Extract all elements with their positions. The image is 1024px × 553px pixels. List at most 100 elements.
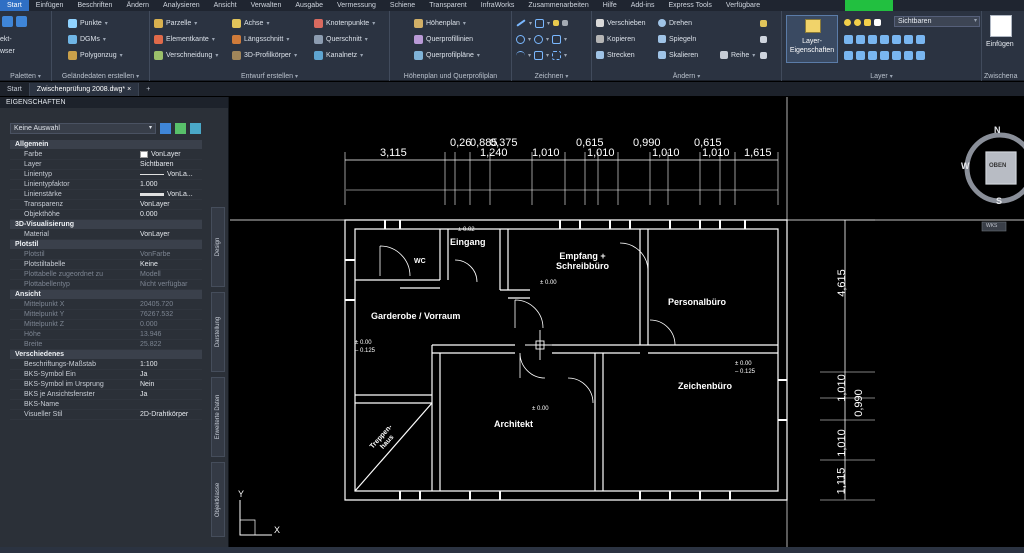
property-value[interactable]: Ja [138, 370, 202, 379]
panel-title-aendern[interactable]: Ändern ▾ [592, 73, 781, 80]
viewcube-top-face[interactable]: OBEN [989, 163, 1006, 169]
panel-title-layer[interactable]: Layer ▾ [782, 73, 981, 80]
panel-title-gelaende[interactable]: Geländedaten erstellen ▾ [52, 73, 149, 80]
property-row[interactable]: Plotstil VonFarbe [10, 250, 202, 260]
section-header[interactable]: Verschiedenes [10, 350, 202, 360]
property-value[interactable]: Nein [138, 380, 202, 389]
kanalnetz-button[interactable]: Kanalnetz ▾ [314, 49, 363, 61]
toggle-pickadd-icon[interactable] [160, 123, 171, 134]
querprofilplaene-button[interactable]: Querprofilpläne ▾ [414, 49, 480, 61]
property-value[interactable]: VonFarbe [138, 250, 202, 259]
property-value[interactable]: 25.822 [138, 340, 202, 349]
side-tab-darstellung[interactable]: Darstellung [211, 292, 225, 372]
modify-tools-right-2[interactable] [760, 33, 767, 45]
property-row[interactable]: Farbe VonLayer [10, 150, 202, 160]
palette-tool-icons[interactable] [2, 15, 27, 27]
menu-tab-8[interactable]: Vermessung [330, 0, 383, 11]
modify-tools-right[interactable] [760, 17, 767, 29]
panel-title-zeichnen[interactable]: Zeichnen ▾ [512, 73, 591, 80]
spiegeln-button[interactable]: Spiegeln [658, 33, 696, 45]
knotenpunkte-button[interactable]: Knotenpunkte ▾ [314, 17, 375, 29]
layer-tools-row-1[interactable] [844, 33, 925, 45]
menu-tab-14[interactable]: Add-ins [624, 0, 662, 11]
menu-tab-2[interactable]: Beschriften [70, 0, 119, 11]
laengsschnitt-button[interactable]: Längsschnitt ▾ [232, 33, 289, 45]
property-value[interactable]: VonLa... [138, 170, 202, 179]
parzelle-button[interactable]: Parzelle ▾ [154, 17, 197, 29]
close-icon[interactable]: × [127, 86, 131, 93]
select-objects-icon[interactable] [175, 123, 186, 134]
elementkante-button[interactable]: Elementkante ▾ [154, 33, 215, 45]
punkte-button[interactable]: Punkte ▾ [68, 17, 108, 29]
property-row[interactable]: Höhe 13.946 [10, 330, 202, 340]
quick-select-icon[interactable] [190, 123, 201, 134]
viewcube-wcs-menu[interactable]: WKS [986, 223, 997, 229]
property-row[interactable]: Breite 25.822 [10, 340, 202, 350]
polygonzug-button[interactable]: Polygonzug ▾ [68, 49, 123, 61]
draw-row-2[interactable]: ▾ ▾ ▾ [516, 33, 567, 45]
ribbon-stub-label-2[interactable]: wser [0, 45, 15, 57]
panel-title-paletten[interactable]: Paletten ▾ [0, 73, 51, 80]
property-row[interactable]: Linientypfaktor 1.000 [10, 180, 202, 190]
property-value[interactable]: 1:100 [138, 360, 202, 369]
property-row[interactable]: Objekthöhe 0.000 [10, 210, 202, 220]
property-value[interactable]: VonLayer [138, 230, 202, 239]
layer-dropdown[interactable]: Sichtbaren ▾ [894, 16, 980, 27]
property-row[interactable]: BKS-Symbol Ein Ja [10, 370, 202, 380]
menu-tab-16[interactable]: Verfügbare [719, 0, 767, 11]
property-row[interactable]: Mittelpunkt X 20405.720 [10, 300, 202, 310]
hoehenplan-button[interactable]: Höhenplan ▾ [414, 17, 466, 29]
side-tab-objektklasse[interactable]: Objektklasse [211, 462, 225, 537]
menu-tab-12[interactable]: Zusammenarbeiten [521, 0, 595, 11]
property-row[interactable]: Plottabelle zugeordnet zu Modell [10, 270, 202, 280]
layer-eigenschaften-button[interactable]: Layer- Eigenschaften [786, 15, 838, 63]
property-value[interactable]: 2D-Drahtkörper [138, 410, 202, 419]
verschieben-button[interactable]: Verschieben [596, 17, 646, 29]
property-row[interactable]: Transparenz VonLayer [10, 200, 202, 210]
tab-drawing[interactable]: Zwischenprüfung 2008.dwg* × [29, 83, 140, 96]
menu-tab-10[interactable]: Transparent [422, 0, 473, 11]
property-value[interactable]: Keine [138, 260, 202, 269]
section-header[interactable]: Ansicht [10, 290, 202, 300]
tab-start[interactable]: Start [0, 83, 30, 96]
property-row[interactable]: Linientyp VonLa... [10, 170, 202, 180]
property-row[interactable]: Layer Sichtbaren [10, 160, 202, 170]
section-header[interactable]: 3D-Visualisierung [10, 220, 202, 230]
property-value[interactable]: VonLayer [138, 150, 202, 159]
querprofillinien-button[interactable]: Querprofillinien [414, 33, 473, 45]
menu-tab-13[interactable]: Hilfe [596, 0, 624, 11]
menu-tab-3[interactable]: Ändern [119, 0, 156, 11]
strecken-button[interactable]: Strecken [596, 49, 635, 61]
property-row[interactable]: Plottabellentyp Nicht verfügbar [10, 280, 202, 290]
insert-block-icon[interactable] [990, 15, 1012, 37]
property-row[interactable]: Material VonLayer [10, 230, 202, 240]
property-value[interactable]: VonLayer [138, 200, 202, 209]
property-row[interactable]: BKS-Name [10, 400, 202, 410]
property-value[interactable]: 76267.532 [138, 310, 202, 319]
property-value[interactable]: Sichtbaren [138, 160, 202, 169]
draw-row-1[interactable]: ▾ ▾ [516, 17, 569, 29]
menu-tab-9[interactable]: Schiene [383, 0, 422, 11]
layer-tools-row-2[interactable] [844, 49, 925, 61]
menu-tab-7[interactable]: Ausgabe [288, 0, 330, 11]
menu-tab-6[interactable]: Verwalten [244, 0, 289, 11]
property-row[interactable]: Linienstärke VonLa... [10, 190, 202, 200]
menu-tab-11[interactable]: InfraWorks [474, 0, 522, 11]
property-row[interactable]: Mittelpunkt Y 76267.532 [10, 310, 202, 320]
property-value[interactable]: Nicht verfügbar [138, 280, 202, 289]
property-row[interactable]: Mittelpunkt Z 0.000 [10, 320, 202, 330]
drawing-canvas[interactable]: 3,115 0,26 0,885 0,375 1,240 1,010 0,615… [230, 97, 1024, 547]
achse-button[interactable]: Achse ▾ [232, 17, 269, 29]
modify-tools-right-3[interactable] [760, 49, 767, 61]
property-value[interactable]: Modell [138, 270, 202, 279]
side-tab-design[interactable]: Design [211, 207, 225, 287]
einfuegen-label[interactable]: Einfügen [986, 41, 1014, 48]
reihe-button[interactable]: Reihe ▾ [720, 49, 755, 61]
verschneidung-button[interactable]: Verschneidung ▾ [154, 49, 218, 61]
profilkoerper-button[interactable]: 3D-Profilkörper ▾ [232, 49, 297, 61]
menu-tab-15[interactable]: Express Tools [661, 0, 718, 11]
menu-tab-0[interactable]: Start [0, 0, 29, 11]
viewcube-west[interactable]: W [961, 161, 970, 171]
property-value[interactable]: VonLa... [138, 190, 202, 199]
property-row[interactable]: Beschriftungs-Maßstab 1:100 [10, 360, 202, 370]
